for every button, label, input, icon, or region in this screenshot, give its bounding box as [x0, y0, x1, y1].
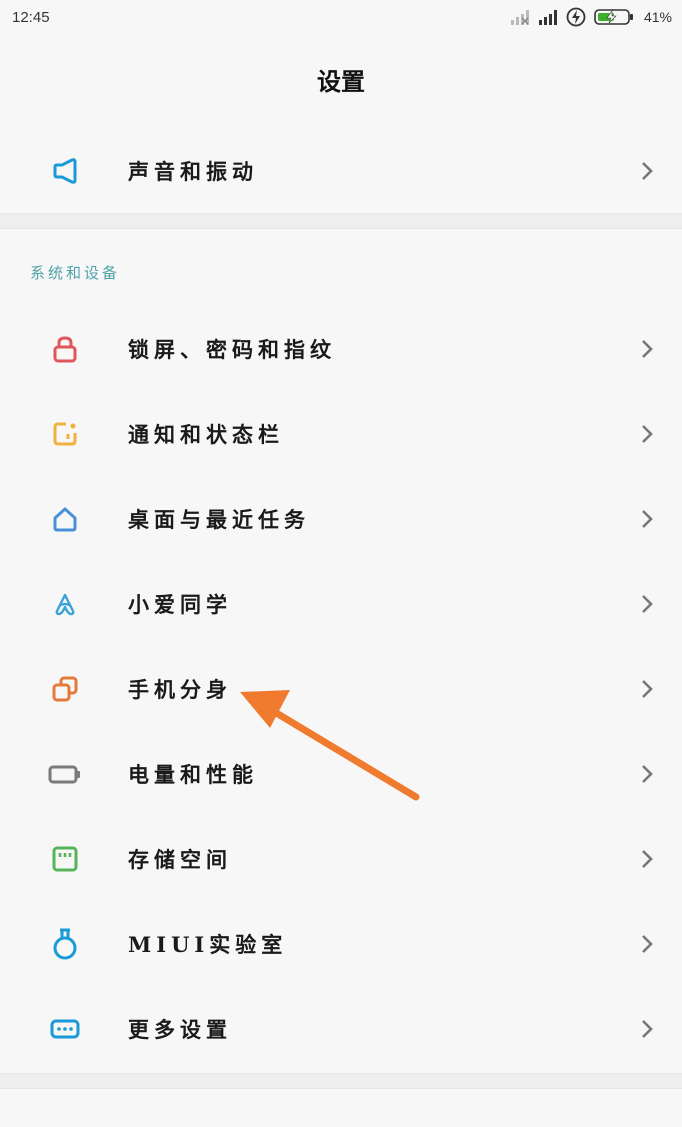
- chevron-right-icon: [642, 424, 653, 443]
- settings-item-label: 通知和状态栏: [128, 421, 284, 447]
- settings-item-notifications[interactable]: 通知和状态栏: [0, 391, 682, 476]
- settings-item-label: 存储空间: [128, 846, 232, 872]
- status-icons: 41%: [510, 7, 672, 27]
- section-divider: [0, 1073, 682, 1089]
- chevron-right-icon: [642, 679, 653, 698]
- speaker-icon: [48, 154, 82, 188]
- dual-phone-icon: [48, 672, 82, 706]
- more-settings-icon: [48, 1012, 82, 1046]
- settings-item-label: 锁屏、密码和指纹: [128, 336, 336, 362]
- signal-icon: [538, 10, 557, 25]
- xiaoai-icon: [48, 587, 82, 621]
- settings-item-more-settings[interactable]: 更多设置: [0, 986, 682, 1071]
- chevron-right-icon: [642, 1019, 653, 1038]
- notification-icon: [48, 417, 82, 451]
- section-title-system: 系统和设备: [30, 264, 121, 282]
- settings-item-label: 电量和性能: [128, 761, 258, 787]
- settings-item-label: MIUI实验室: [128, 931, 288, 957]
- power-saver-icon: [566, 7, 586, 27]
- chevron-right-icon: [642, 339, 653, 358]
- chevron-right-icon: [642, 849, 653, 868]
- settings-item-storage[interactable]: 存储空间: [0, 816, 682, 901]
- settings-item-label: 更多设置: [128, 1016, 232, 1042]
- lock-icon: [48, 332, 82, 366]
- no-sim-signal-icon: [510, 10, 529, 25]
- home-icon: [48, 502, 82, 536]
- settings-item-label: 声音和振动: [128, 158, 258, 184]
- settings-item-lockscreen[interactable]: 锁屏、密码和指纹: [0, 306, 682, 391]
- battery-charging-icon: [594, 9, 633, 25]
- battery-percent: 41%: [643, 9, 672, 25]
- settings-item-home-screen[interactable]: 桌面与最近任务: [0, 476, 682, 561]
- settings-item-second-space[interactable]: 手机分身: [0, 646, 682, 731]
- settings-item-sound[interactable]: 声音和振动: [0, 128, 682, 213]
- settings-item-xiaoai[interactable]: 小爱同学: [0, 561, 682, 646]
- settings-item-label: 小爱同学: [128, 591, 232, 617]
- chevron-right-icon: [642, 594, 653, 613]
- chevron-right-icon: [642, 764, 653, 783]
- chevron-right-icon: [642, 161, 653, 180]
- storage-icon: [48, 842, 82, 876]
- status-time: 12:45: [12, 9, 50, 26]
- settings-item-label: 桌面与最近任务: [128, 506, 310, 532]
- lab-flask-icon: [48, 927, 82, 961]
- settings-item-miui-lab[interactable]: MIUI实验室: [0, 901, 682, 986]
- section-divider: [0, 213, 682, 229]
- battery-icon: [48, 757, 82, 791]
- settings-item-label: 手机分身: [128, 676, 232, 702]
- status-bar: 12:45 41%: [0, 0, 682, 36]
- settings-item-battery[interactable]: 电量和性能: [0, 731, 682, 816]
- page-title: 设置: [317, 67, 365, 96]
- chevron-right-icon: [642, 934, 653, 953]
- chevron-right-icon: [642, 509, 653, 528]
